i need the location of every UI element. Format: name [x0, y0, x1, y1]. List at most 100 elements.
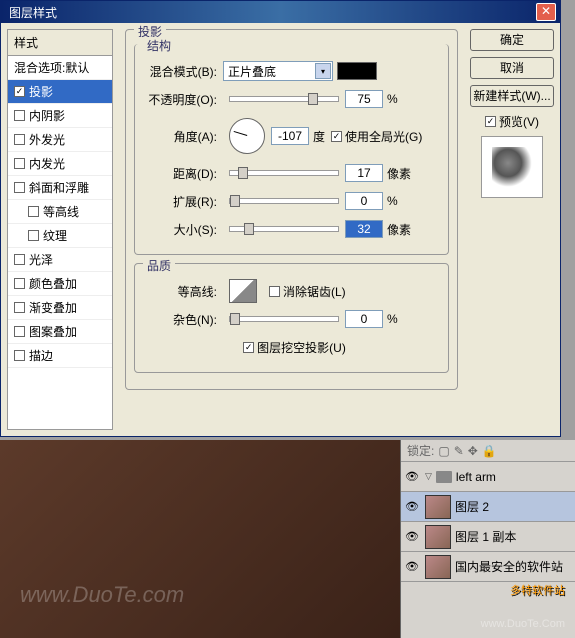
- size-slider[interactable]: [229, 226, 339, 232]
- eye-icon[interactable]: 👁: [405, 470, 419, 484]
- effect-drop-shadow[interactable]: 投影: [8, 80, 112, 104]
- document-canvas[interactable]: www.DuoTe.com: [0, 440, 400, 638]
- layer-name: left arm: [456, 470, 571, 484]
- effect-pattern-overlay[interactable]: 图案叠加: [8, 320, 112, 344]
- layer-row[interactable]: 👁 国内最安全的软件站: [401, 552, 575, 582]
- opacity-input[interactable]: 75: [345, 90, 383, 108]
- lock-transparency-icon[interactable]: ▢: [438, 444, 449, 458]
- checkbox-icon[interactable]: [14, 134, 25, 145]
- effect-satin[interactable]: 光泽: [8, 248, 112, 272]
- style-header: 样式: [8, 30, 112, 56]
- button-panel: 确定 取消 新建样式(W)... 预览(V): [464, 29, 554, 430]
- checkbox-icon[interactable]: [14, 302, 25, 313]
- effect-stroke[interactable]: 描边: [8, 344, 112, 368]
- eye-icon[interactable]: 👁: [405, 560, 419, 574]
- effect-contour[interactable]: 等高线: [8, 200, 112, 224]
- folder-icon: [436, 471, 452, 483]
- quality-fieldset: 品质 等高线: 消除锯齿(L) 杂色(N): 0 % 图层挖空投影(U): [134, 263, 449, 373]
- angle-input[interactable]: -107: [271, 127, 309, 145]
- eye-icon[interactable]: 👁: [405, 500, 419, 514]
- antialias-checkbox[interactable]: 消除锯齿(L): [269, 283, 346, 300]
- lock-all-icon[interactable]: 🔒: [482, 444, 497, 458]
- distance-input[interactable]: 17: [345, 164, 383, 182]
- distance-slider[interactable]: [229, 170, 339, 176]
- contour-label: 等高线:: [143, 283, 223, 300]
- checkbox-icon[interactable]: [14, 110, 25, 121]
- layer-group-row[interactable]: 👁 ▽ left arm: [401, 462, 575, 492]
- blend-mode-dropdown[interactable]: 正片叠底 ▾: [223, 61, 333, 81]
- angle-label: 角度(A):: [143, 128, 223, 145]
- titlebar[interactable]: 图层样式 ✕: [1, 1, 560, 23]
- angle-row: 角度(A): -107 度 使用全局光(G): [143, 116, 440, 156]
- effect-inner-glow[interactable]: 内发光: [8, 152, 112, 176]
- new-style-button[interactable]: 新建样式(W)...: [470, 85, 554, 107]
- quality-title: 品质: [143, 257, 175, 274]
- style-list-panel: 样式 混合选项:默认 投影 内阴影 外发光 内发光 斜面和浮雕 等高线 纹理 光…: [7, 29, 113, 430]
- settings-panel: 投影 结构 混合模式(B): 正片叠底 ▾ 不透明度(O):: [119, 29, 464, 430]
- shadow-color-swatch[interactable]: [337, 62, 377, 80]
- ok-button[interactable]: 确定: [470, 29, 554, 51]
- checkbox-icon[interactable]: [14, 182, 25, 193]
- opacity-label: 不透明度(O):: [143, 91, 223, 108]
- opacity-slider[interactable]: [229, 96, 339, 102]
- checkbox-icon: [331, 131, 342, 142]
- layer-thumbnail: [425, 555, 451, 579]
- checkbox-icon[interactable]: [14, 350, 25, 361]
- checkbox-icon[interactable]: [14, 326, 25, 337]
- spread-label: 扩展(R):: [143, 193, 223, 210]
- effect-gradient-overlay[interactable]: 渐变叠加: [8, 296, 112, 320]
- angle-dial[interactable]: [229, 118, 265, 154]
- spread-input[interactable]: 0: [345, 192, 383, 210]
- global-light-checkbox[interactable]: 使用全局光(G): [331, 128, 422, 145]
- eye-icon[interactable]: 👁: [405, 530, 419, 544]
- preview-checkbox[interactable]: 预览(V): [470, 113, 554, 130]
- layer-name: 图层 1 副本: [455, 528, 571, 545]
- effect-color-overlay[interactable]: 颜色叠加: [8, 272, 112, 296]
- contour-picker[interactable]: [229, 279, 257, 303]
- cancel-button[interactable]: 取消: [470, 57, 554, 79]
- checkbox-icon[interactable]: [14, 278, 25, 289]
- blend-mode-label: 混合模式(B):: [143, 63, 223, 80]
- effect-bevel[interactable]: 斜面和浮雕: [8, 176, 112, 200]
- layers-panel: 锁定: ▢ ✎ ✥ 🔒 👁 ▽ left arm 👁 图层 2 👁 图层 1 副…: [400, 440, 575, 638]
- noise-input[interactable]: 0: [345, 310, 383, 328]
- noise-label: 杂色(N):: [143, 311, 223, 328]
- opacity-row: 不透明度(O): 75 %: [143, 88, 440, 110]
- watermark: www.DuoTe.com: [20, 582, 184, 608]
- effect-outer-glow[interactable]: 外发光: [8, 128, 112, 152]
- watermark: 多特软件站: [510, 582, 565, 598]
- spread-row: 扩展(R): 0 %: [143, 190, 440, 212]
- layer-name: 国内最安全的软件站: [455, 558, 571, 575]
- distance-row: 距离(D): 17 像素: [143, 162, 440, 184]
- contour-row: 等高线: 消除锯齿(L): [143, 280, 440, 302]
- layer-thumbnail: [425, 525, 451, 549]
- spread-slider[interactable]: [229, 198, 339, 204]
- structure-fieldset: 结构 混合模式(B): 正片叠底 ▾ 不透明度(O): 75 %: [134, 44, 449, 255]
- lock-brush-icon[interactable]: ✎: [454, 444, 464, 458]
- lock-move-icon[interactable]: ✥: [468, 444, 478, 458]
- chevron-down-icon[interactable]: ▽: [425, 471, 432, 482]
- checkbox-icon[interactable]: [28, 206, 39, 217]
- close-button[interactable]: ✕: [536, 3, 556, 21]
- dialog-body: 样式 混合选项:默认 投影 内阴影 外发光 内发光 斜面和浮雕 等高线 纹理 光…: [1, 23, 560, 436]
- distance-label: 距离(D):: [143, 165, 223, 182]
- checkbox-icon[interactable]: [14, 254, 25, 265]
- size-input[interactable]: 32: [345, 220, 383, 238]
- shadow-fieldset: 投影 结构 混合模式(B): 正片叠底 ▾ 不透明度(O):: [125, 29, 458, 390]
- noise-slider[interactable]: [229, 316, 339, 322]
- effect-texture[interactable]: 纹理: [8, 224, 112, 248]
- checkbox-icon[interactable]: [28, 230, 39, 241]
- size-row: 大小(S): 32 像素: [143, 218, 440, 240]
- preview-shadow-icon: [492, 147, 532, 187]
- layer-row[interactable]: 👁 图层 1 副本: [401, 522, 575, 552]
- blend-mode-row: 混合模式(B): 正片叠底 ▾: [143, 60, 440, 82]
- knockout-checkbox[interactable]: 图层挖空投影(U): [243, 339, 346, 356]
- checkbox-icon[interactable]: [14, 86, 25, 97]
- effect-inner-shadow[interactable]: 内阴影: [8, 104, 112, 128]
- checkbox-icon: [243, 342, 254, 353]
- layer-row[interactable]: 👁 图层 2: [401, 492, 575, 522]
- knockout-row: 图层挖空投影(U): [143, 336, 440, 358]
- blend-options-item[interactable]: 混合选项:默认: [8, 56, 112, 80]
- structure-title: 结构: [143, 37, 175, 54]
- checkbox-icon[interactable]: [14, 158, 25, 169]
